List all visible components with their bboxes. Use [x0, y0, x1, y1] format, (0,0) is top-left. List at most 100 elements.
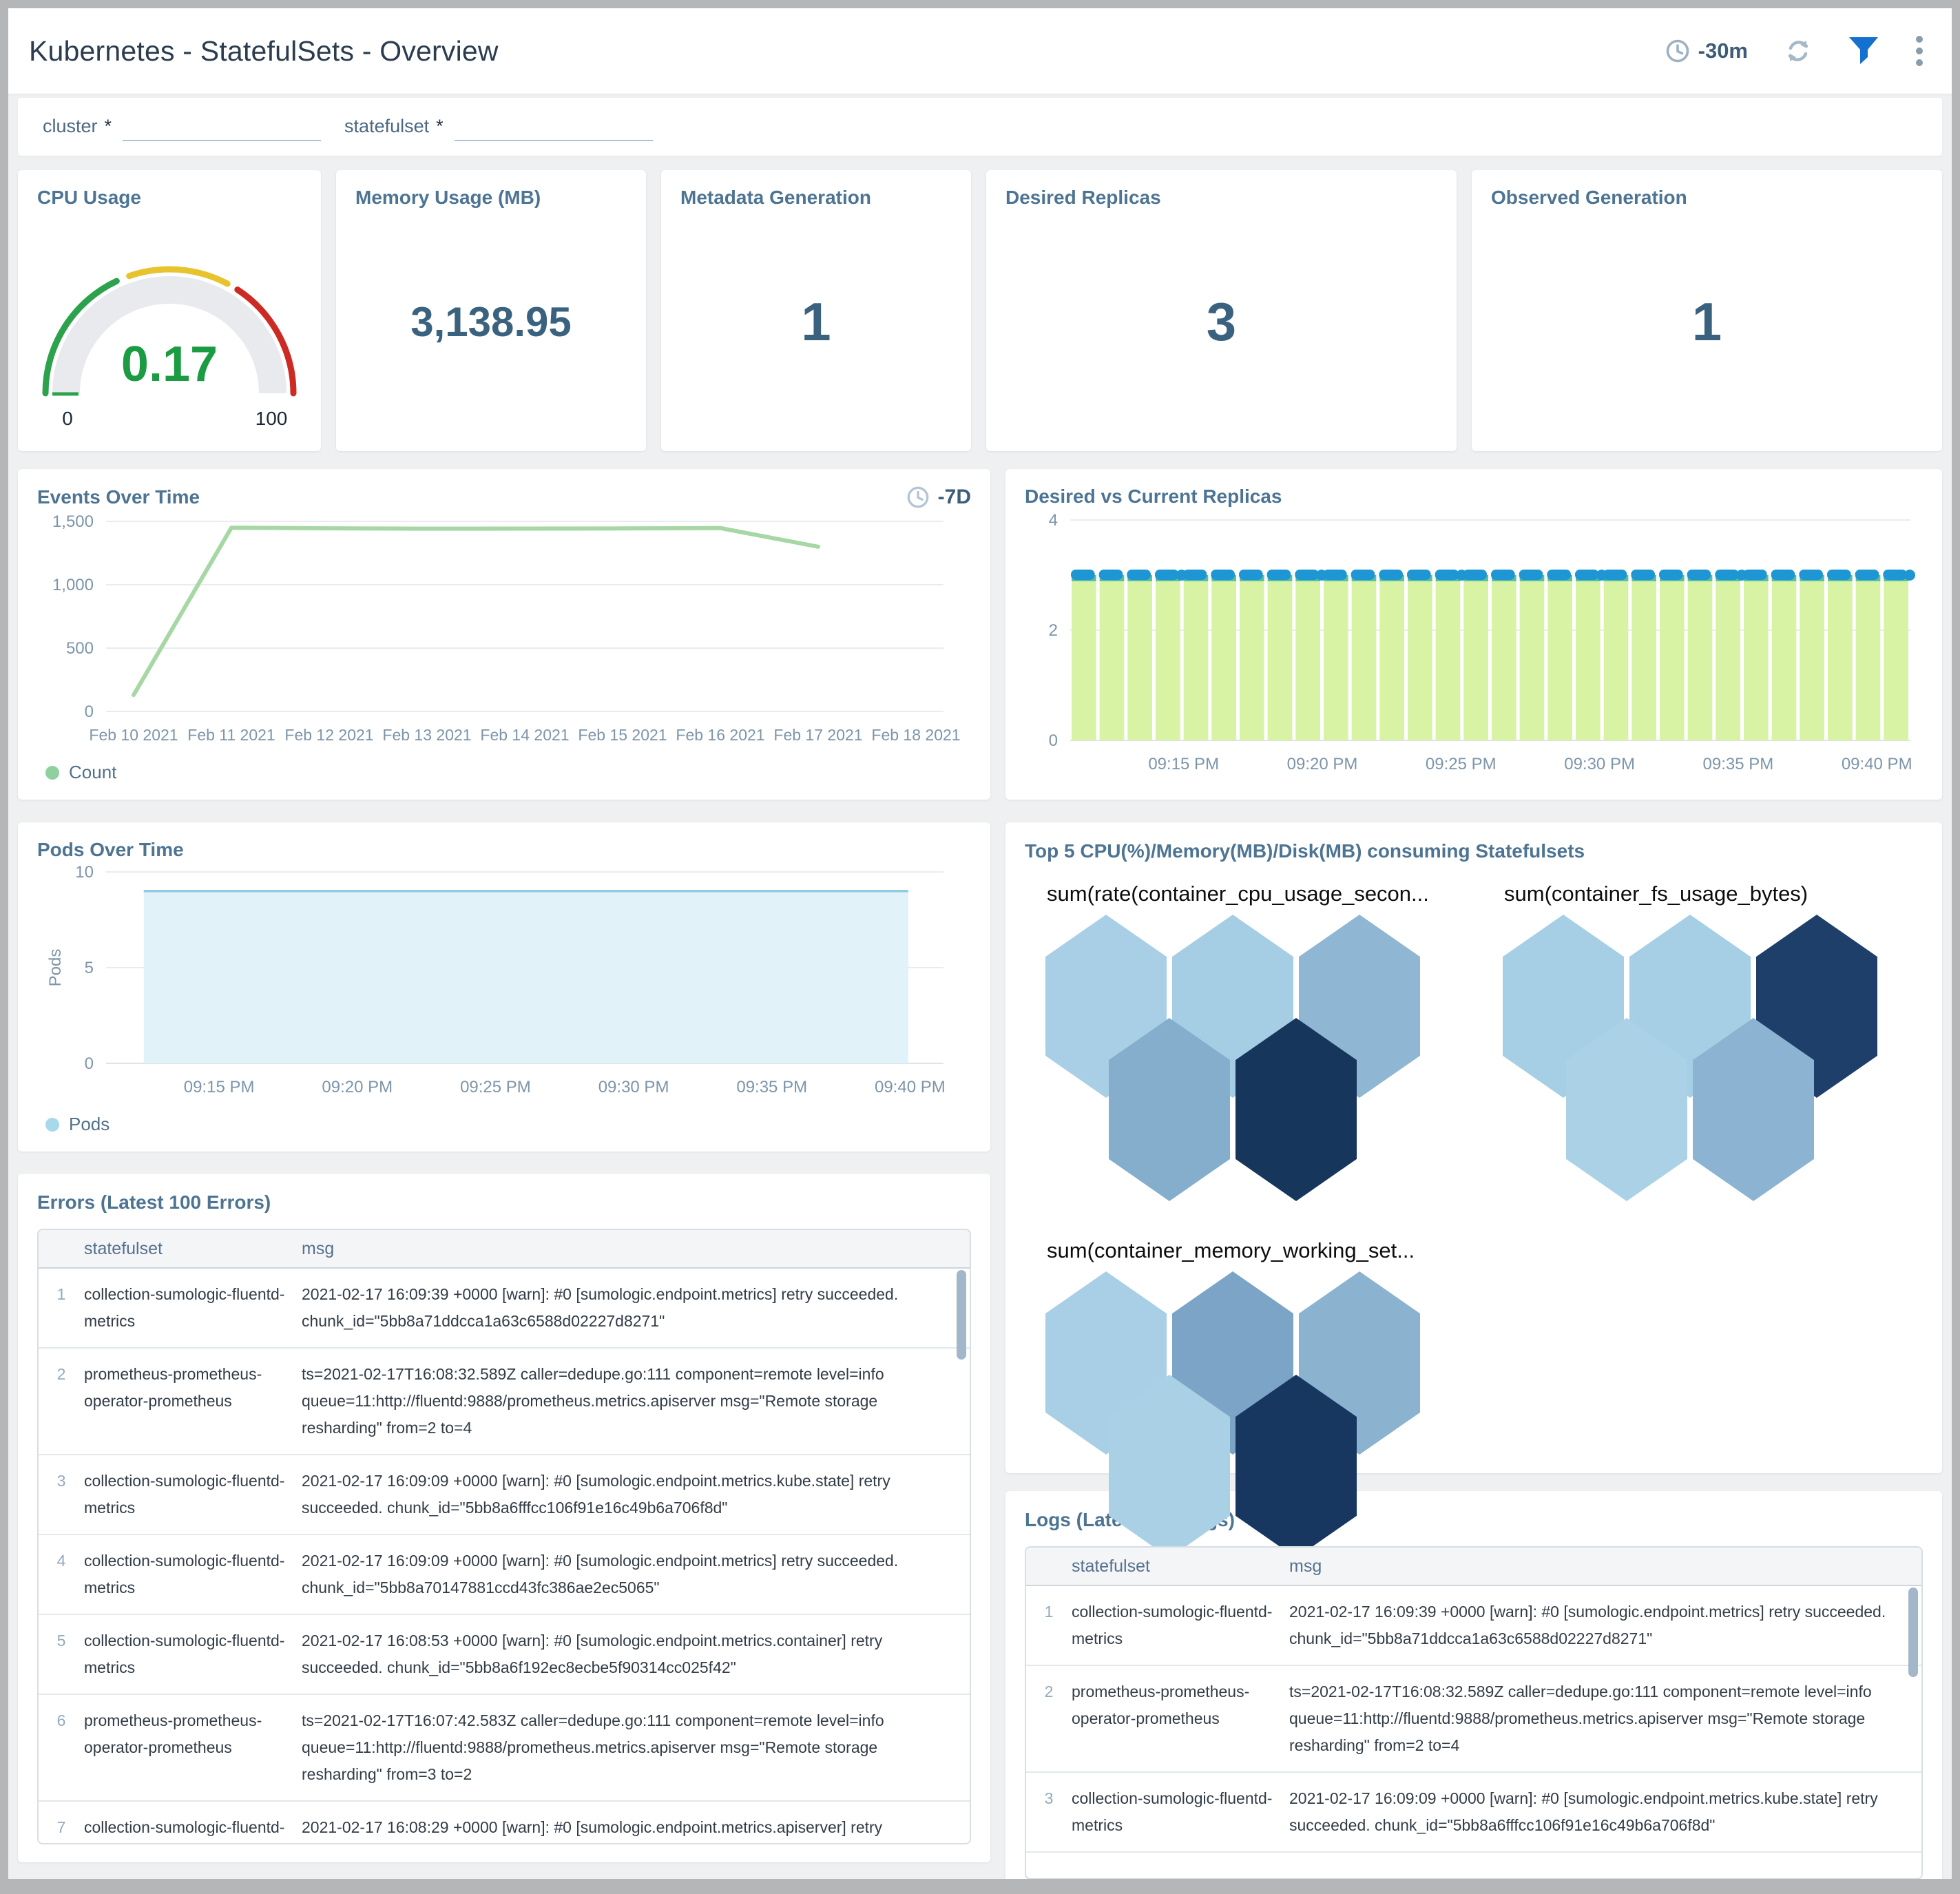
honeycomb-title: sum(rate(container_cpu_usage_secon... [1047, 882, 1429, 906]
metrics-row: CPU Usage 0.17 0 100 Memory Usage (MB) 3,1… [18, 170, 1942, 451]
msg-cell: 2021-02-17 16:08:29 +0000 [warn]: #0 [su… [302, 1818, 883, 1836]
svg-text:Feb 10 2021: Feb 10 2021 [89, 726, 178, 744]
svg-text:0.17: 0.17 [121, 337, 218, 392]
errors-scrollbar-thumb[interactable] [957, 1270, 966, 1360]
svg-text:09:30 PM: 09:30 PM [598, 1078, 669, 1096]
time-range-selector[interactable]: -30m [1665, 39, 1748, 63]
filter-funnel-icon [1849, 37, 1878, 64]
statefulset-cell: collection-sumologic-fluentd-metrics [84, 1818, 285, 1836]
errors-table-body: 1 collection-sumologic-fluentd-metrics 202… [39, 1269, 970, 1843]
refresh-icon [1788, 41, 1808, 61]
msg-cell: ts=2021-02-17T16:08:32.589Z caller=dedup… [1289, 1683, 1872, 1754]
svg-text:Feb 13 2021: Feb 13 2021 [382, 726, 471, 744]
msg-column-header: msg [302, 1238, 335, 1258]
statefulset-column-header: statefulset [1072, 1556, 1150, 1576]
time-range-label: -30m [1698, 39, 1748, 63]
statefulset-cell: collection-sumologic-fluentd-metrics [84, 1552, 285, 1596]
table-row[interactable]: 3 collection-sumologic-fluentd-metrics 202… [1026, 1773, 1921, 1853]
cluster-required-marker: * [104, 116, 112, 136]
svg-text:2: 2 [1049, 621, 1058, 640]
refresh-button[interactable] [1784, 37, 1813, 65]
events-legend[interactable]: Count [37, 762, 971, 783]
honeycomb-grid [1045, 915, 1431, 1201]
table-row[interactable]: 4 collection-sumologic-fluentd-metrics 202… [39, 1535, 970, 1615]
logs-table-header: statefulset msg [1026, 1548, 1921, 1586]
table-row[interactable]: 2 prometheus-prometheus-operator-promethe… [1026, 1666, 1921, 1773]
errors-table: statefulset msg 1 collection-sumologic-fl… [37, 1229, 971, 1844]
svg-text:0: 0 [85, 1054, 94, 1073]
svg-text:09:25 PM: 09:25 PM [460, 1078, 531, 1096]
pods-area-chart: 0 5 10 Pods 09:15 PM 09:20 PM 09:25 PM 09:30 PM… [37, 861, 971, 1111]
svg-text:Feb 14 2021: Feb 14 2021 [480, 726, 569, 744]
row-number: 7 [56, 1818, 66, 1836]
metadata-generation-panel: Metadata Generation 1 [661, 170, 971, 451]
svg-text:09:15 PM: 09:15 PM [1148, 755, 1219, 773]
statefulset-column-header: statefulset [84, 1238, 163, 1258]
events-time-range[interactable]: -7D [906, 486, 971, 509]
statefulset-cell: prometheus-prometheus-operator-prometheu… [1072, 1683, 1250, 1727]
msg-cell: 2021-02-17 16:08:53 +0000 [warn]: #0 [su… [302, 1632, 883, 1676]
svg-text:Feb 11 2021: Feb 11 2021 [187, 726, 275, 744]
table-row[interactable]: 1 collection-sumologic-fluentd-metrics 202… [39, 1269, 970, 1349]
metadata-generation-value: 1 [801, 291, 831, 352]
logs-table-body: 1 collection-sumologic-fluentd-metrics 202… [1026, 1586, 1921, 1853]
msg-cell: 2021-02-17 16:09:09 +0000 [warn]: #0 [su… [302, 1552, 899, 1596]
honeycomb-charts: sum(rate(container_cpu_usage_secon...sum… [1025, 862, 1923, 1558]
honeycomb-chart: sum(container_memory_working_set... [1045, 1238, 1459, 1558]
filter-bar: cluster * statefulset * [18, 98, 1942, 156]
statefulset-filter: statefulset * [344, 112, 653, 141]
table-row[interactable]: 2 prometheus-prometheus-operator-promethe… [39, 1349, 970, 1455]
statefulset-cell: collection-sumologic-fluentd-metrics [84, 1472, 285, 1517]
logs-panel: Logs (Latest 100 Logs) statefulset msg 1… [1005, 1491, 1942, 1879]
logs-scrollbar-thumb[interactable] [1908, 1588, 1918, 1677]
msg-cell: ts=2021-02-17T16:08:32.589Z caller=dedup… [302, 1365, 884, 1437]
panel-title: Events Over Time [37, 486, 200, 508]
page-title: Kubernetes - StatefulSets - Overview [29, 34, 499, 67]
cpu-usage-gauge: 0.17 0 100 [32, 209, 307, 439]
row-number: 1 [1044, 1603, 1054, 1621]
svg-text:09:20 PM: 09:20 PM [1287, 755, 1358, 773]
panel-title: Pods Over Time [37, 839, 184, 860]
svg-text:09:20 PM: 09:20 PM [322, 1078, 393, 1096]
svg-text:Pods: Pods [46, 949, 65, 987]
svg-text:0: 0 [85, 703, 94, 721]
svg-text:09:35 PM: 09:35 PM [736, 1078, 807, 1096]
table-row[interactable]: 5 collection-sumologic-fluentd-metrics 202… [39, 1615, 970, 1695]
svg-text:Feb 16 2021: Feb 16 2021 [676, 726, 764, 744]
errors-table-header: statefulset msg [39, 1230, 970, 1269]
msg-cell: 2021-02-17 16:09:39 +0000 [warn]: #0 [su… [1289, 1603, 1886, 1647]
statefulset-cell: collection-sumologic-fluentd-metrics [1072, 1789, 1273, 1834]
statefulset-cell: prometheus-prometheus-operator-prometheu… [84, 1711, 262, 1756]
svg-text:500: 500 [66, 639, 94, 658]
row-number: 3 [56, 1472, 66, 1490]
cluster-filter: cluster * [43, 112, 322, 141]
pods-legend[interactable]: Pods [37, 1114, 971, 1135]
msg-column-header: msg [1289, 1556, 1322, 1576]
legend-label: Pods [69, 1114, 110, 1134]
legend-dot [45, 765, 59, 780]
pods-over-time-panel: Pods Over Time 0 5 10 Pods 09:15 PM 09:20 PM 0… [18, 822, 990, 1152]
statefulset-cell: collection-sumologic-fluentd-metrics [1072, 1603, 1273, 1647]
desired-vs-current-replicas-panel: Desired vs Current Replicas 0 2 4 09:15 PM 0… [1005, 469, 1942, 800]
svg-text:Feb 12 2021: Feb 12 2021 [284, 726, 373, 744]
panel-title: Observed Generation [1491, 187, 1687, 208]
panel-title: Top 5 CPU(%)/Memory(MB)/Disk(MB) consumi… [1025, 840, 1585, 862]
panel-title: Errors (Latest 100 Errors) [37, 1191, 271, 1213]
cluster-filter-input[interactable] [123, 112, 322, 141]
filter-button[interactable] [1848, 37, 1879, 65]
events-over-time-panel: Events Over Time -7D 0 500 1,000 1,500 Feb 1… [18, 469, 990, 800]
cpu-usage-panel: CPU Usage 0.17 0 100 [18, 170, 321, 451]
table-row[interactable]: 3 collection-sumologic-fluentd-metrics 202… [39, 1455, 970, 1535]
memory-usage-panel: Memory Usage (MB) 3,138.95 [336, 170, 646, 451]
panel-menu-button[interactable] [1915, 34, 1924, 68]
table-row[interactable]: 1 collection-sumologic-fluentd-metrics 202… [1026, 1586, 1921, 1666]
statefulset-filter-input[interactable] [454, 112, 653, 141]
table-row[interactable]: 7 collection-sumologic-fluentd-metrics 202… [39, 1802, 970, 1843]
svg-text:09:40 PM: 09:40 PM [1842, 755, 1912, 773]
svg-text:09:35 PM: 09:35 PM [1703, 755, 1774, 773]
row-number: 6 [56, 1711, 66, 1729]
svg-text:09:30 PM: 09:30 PM [1564, 755, 1635, 773]
legend-dot [45, 1117, 59, 1132]
statefulset-required-marker: * [436, 116, 444, 136]
table-row[interactable]: 6 prometheus-prometheus-operator-promethe… [39, 1695, 970, 1802]
